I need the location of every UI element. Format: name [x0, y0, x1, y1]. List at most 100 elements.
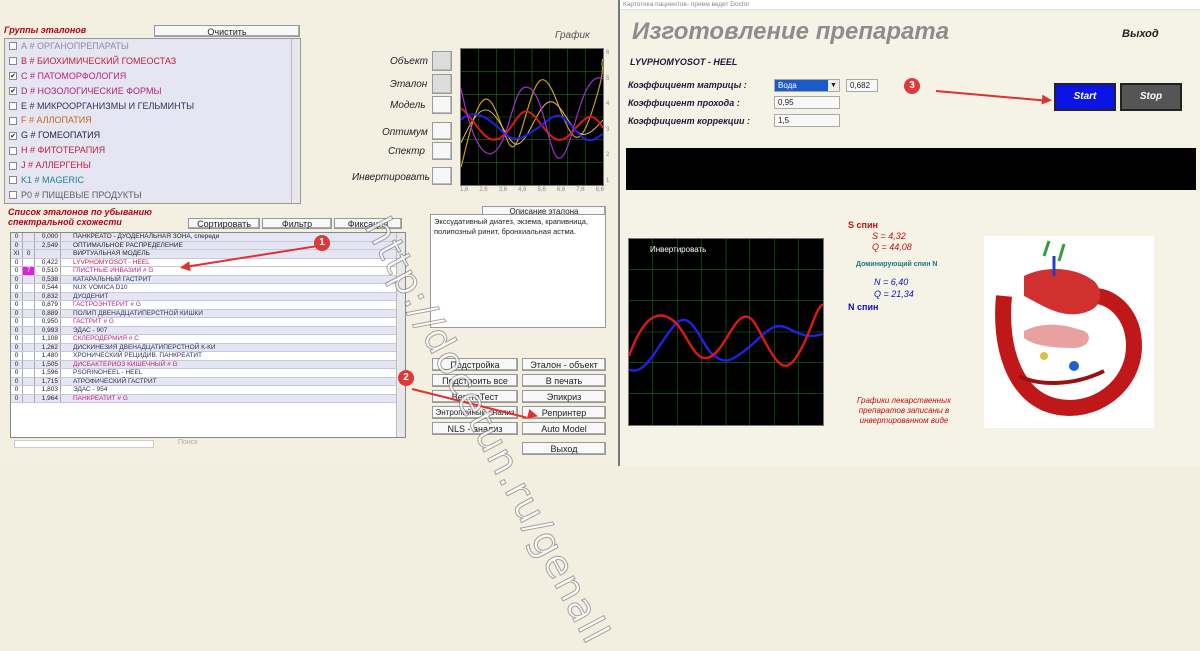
etalon-row[interactable]: 0 1,596 PSORINOHEEL - HEEL	[11, 369, 405, 378]
etalon-row[interactable]: 0 0,000 ПАНКРЕАТО - ДУОДЕНАЛЬНАЯ ЗОНА, спе…	[11, 233, 405, 242]
etalon-box[interactable]	[432, 74, 452, 94]
etalon-cell-a: 0	[11, 335, 23, 343]
etalon-row[interactable]: 0 1,715 АТРОФИЧЕСКИЙ ГАСТРИТ	[11, 377, 405, 386]
group-checkbox[interactable]	[9, 116, 17, 125]
group-item[interactable]: P0 # ПИЩЕВЫЕ ПРОДУКТЫ	[5, 188, 300, 203]
object-box[interactable]	[432, 51, 452, 71]
groups-scrollbar[interactable]	[291, 39, 300, 203]
etalon-cell-b	[23, 275, 35, 283]
pass-label: Коэффициент прохода :	[628, 98, 740, 108]
group-label: K1 # MAGERIC	[21, 175, 85, 186]
spectrum-graph	[460, 48, 604, 186]
stop-button[interactable]: Stop	[1120, 83, 1182, 111]
group-item[interactable]: K1 # MAGERIC	[5, 173, 300, 188]
etalon-row[interactable]: 0 1,108 СКЛЕРОДЕРМИЯ # C	[11, 335, 405, 344]
model-box[interactable]	[432, 96, 452, 114]
group-item[interactable]: J # АЛЛЕРГЕНЫ	[5, 158, 300, 173]
etalon-row[interactable]: XI 0 ВИРТУАЛЬНАЯ МОДЕЛЬ	[11, 250, 405, 259]
group-checkbox[interactable]	[9, 191, 17, 200]
y-tick-label: 4	[606, 101, 610, 108]
group-item[interactable]: ✔ С # ПАТОМОРФОЛОГИЯ	[5, 69, 300, 84]
group-item[interactable]: E # МИКРООРГАНИЗМЫ И ГЕЛЬМИНТЫ	[5, 99, 300, 114]
list-title-1: Список эталонов по убыванию	[8, 207, 152, 217]
etalon-row[interactable]: 0 0,879 ГАСТРОЭНТЕРИТ # G	[11, 301, 405, 310]
etalon-cell-v: 0,993	[35, 326, 61, 334]
sort-button[interactable]: Сортировать	[188, 218, 260, 229]
search-input[interactable]	[14, 440, 154, 448]
group-item[interactable]: F # АЛЛОПАТИЯ	[5, 113, 300, 128]
group-label: P1 # ГРУППА КРОВИ О(I)	[21, 203, 128, 204]
x-tick-label: 5,6	[537, 187, 546, 193]
etalon-cell-a: 0	[11, 369, 23, 377]
etalon-row[interactable]: 0 0,538 КАТАРАЛЬНЫЙ ГАСТРИТ	[11, 275, 405, 284]
pass-field[interactable]: 0,95	[774, 96, 840, 109]
group-checkbox[interactable]	[9, 146, 17, 155]
etalon-row[interactable]: 0 1,803 ЭДАС - 954	[11, 386, 405, 395]
n-spin-label: N спин	[848, 302, 879, 312]
etalon-cell-b	[23, 292, 35, 300]
groups-list[interactable]: А # ОРГАНОПРЕПАРАТЫ В # БИОХИМИЧЕСКИЙ ГОМ…	[4, 38, 301, 204]
etalon-cell-t: ГАСТРИТ # G	[73, 318, 114, 325]
y-tick-label: 2	[606, 152, 610, 159]
automodel-button[interactable]: Auto Model	[522, 422, 606, 435]
etalon-row[interactable]: 0 2,549 ОПТИМАЛЬНОЕ РАСПРЕДЕЛЕНИЕ	[11, 241, 405, 250]
group-checkbox[interactable]: ✔	[9, 72, 17, 81]
optimum-box[interactable]	[432, 122, 452, 140]
etalon-cell-v: 0,889	[35, 309, 61, 317]
group-item[interactable]: ✔ D # НОЗОЛОГИЧЕСКИЕ ФОРМЫ	[5, 84, 300, 99]
etalon-cell-t: NUX VOMICA D10	[73, 284, 128, 291]
invert-graph	[628, 238, 824, 426]
etalon-cell-v: 1,480	[35, 352, 61, 360]
chevron-down-icon[interactable]: ▼	[828, 80, 839, 91]
etalon-row[interactable]: 0 1,505 ДИСБАКТЕРИОЗ КИШЕЧНЫЙ # G	[11, 360, 405, 369]
clear-button[interactable]: Очистить	[154, 25, 300, 37]
etalon-label: Эталон	[390, 79, 428, 90]
group-checkbox[interactable]	[9, 176, 17, 185]
etalon-cell-t: ДУОДЕНИТ	[73, 292, 109, 300]
etalon-object-button[interactable]: Эталон - объект	[522, 358, 606, 371]
etalon-row[interactable]: 0 0,832 ДУОДЕНИТ	[11, 292, 405, 301]
group-checkbox[interactable]: ✔	[9, 87, 17, 96]
group-checkbox[interactable]: ✔	[9, 131, 17, 140]
etalon-row[interactable]: 0 1,480 ХРОНИЧЕСКИЙ РЕЦИДИВ. ПАНКРЕАТИТ	[11, 352, 405, 361]
etalon-cell-a: 0	[11, 394, 23, 402]
spectrum-box[interactable]	[432, 142, 452, 160]
group-item[interactable]: В # БИОХИМИЧЕСКИЙ ГОМЕОСТАЗ	[5, 54, 300, 69]
print-button[interactable]: В печать	[522, 374, 606, 387]
etalon-cell-a: 0	[11, 267, 23, 275]
etalon-row[interactable]: 0 1,262 ДИСКИНЕЗИЯ ДВЕНАДЦАТИПЕРСТНОЙ К-КИ	[11, 343, 405, 352]
etalon-cell-t: PSORINOHEEL - HEEL	[73, 369, 143, 376]
group-item[interactable]: А # ОРГАНОПРЕПАРАТЫ	[5, 39, 300, 54]
etalon-row[interactable]: 0 0,544 NUX VOMICA D10	[11, 284, 405, 293]
left-exit-button[interactable]: Выход	[522, 442, 606, 455]
group-item[interactable]: P1 # ГРУППА КРОВИ О(I)	[5, 203, 300, 204]
invert-label: Инвертировать	[352, 172, 430, 183]
group-checkbox[interactable]	[9, 42, 17, 51]
etalon-row[interactable]: 0 0,889 ПОЛИП ДВЕНАДЦАТИПЕРСТНОЙ КИШКИ	[11, 309, 405, 318]
etalon-cell-v: 1,262	[35, 343, 61, 351]
group-item[interactable]: ✔ G # ГОМЕОПАТИЯ	[5, 128, 300, 143]
group-checkbox[interactable]	[9, 161, 17, 170]
etalon-cell-b	[23, 233, 35, 241]
corr-field[interactable]: 1,5	[774, 114, 840, 127]
epicrisis-button[interactable]: Эпикриз	[522, 390, 606, 403]
invert-box[interactable]	[432, 167, 452, 185]
filter-button[interactable]: Фильтр	[262, 218, 332, 229]
etalon-row[interactable]: 0 1,964 ПАНКРЕАТИТ # G	[11, 394, 405, 403]
start-button[interactable]: Start	[1054, 83, 1116, 111]
etalon-cell-t: ЭДАС - 954	[73, 386, 108, 393]
etalon-row[interactable]: 0 0,950 ГАСТРИТ # G	[11, 318, 405, 327]
arrowhead-1	[179, 261, 191, 273]
matrix-select[interactable]: Вода ▼	[774, 79, 840, 92]
group-checkbox[interactable]	[9, 57, 17, 66]
right-exit-button[interactable]: Выход	[1122, 28, 1159, 40]
group-item[interactable]: H # ФИТОТЕРАПИЯ	[5, 143, 300, 158]
group-label: D # НОЗОЛОГИЧЕСКИЕ ФОРМЫ	[21, 85, 162, 96]
search-label: Поиск	[178, 439, 198, 446]
etalon-cell-b	[23, 377, 35, 385]
etalon-row[interactable]: 0 7 0,510 ГЛИСТНЫЕ ИНВАЗИИ # G	[11, 267, 405, 276]
etalon-row[interactable]: 0 0,993 ЭДАС - 907	[11, 326, 405, 335]
group-checkbox[interactable]	[9, 102, 17, 110]
q2-value: Q = 21,34	[874, 289, 914, 299]
matrix-value-field[interactable]: 0,682	[846, 79, 878, 92]
